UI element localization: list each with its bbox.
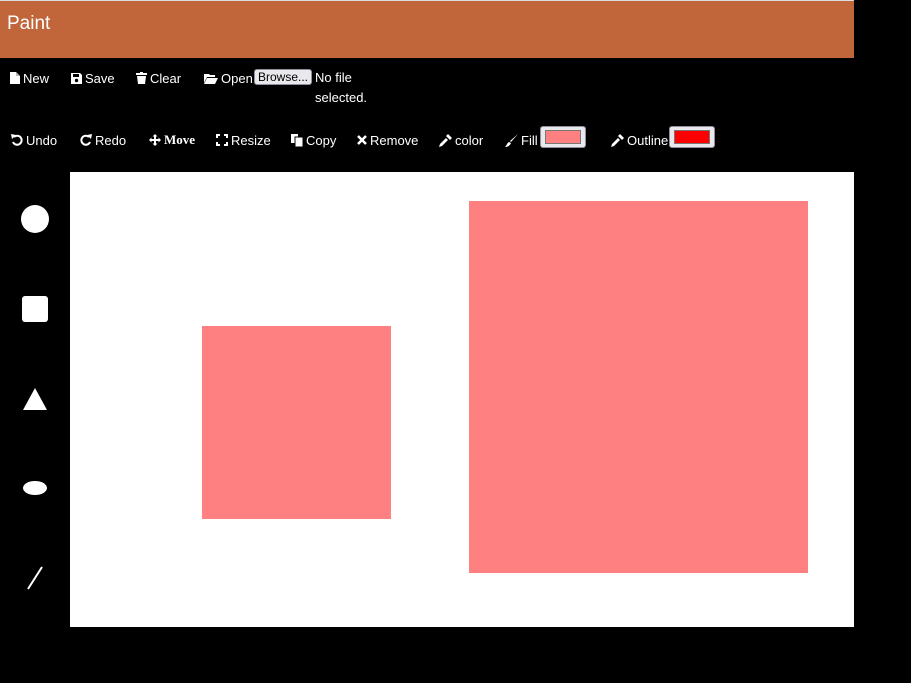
redo-label: Redo <box>95 132 127 148</box>
fill-tool: Fill <box>505 130 538 150</box>
floppy-icon <box>71 72 82 84</box>
app-header: Paint <box>0 0 854 58</box>
remove-label: Remove <box>370 132 419 148</box>
ellipse-icon <box>23 481 47 495</box>
triangle-icon <box>23 388 47 410</box>
open-label: Open <box>221 70 253 86</box>
clear-button[interactable]: Clear <box>136 68 181 88</box>
undo-icon <box>11 134 23 146</box>
outline-color-picker[interactable] <box>669 126 715 148</box>
trash-icon <box>136 72 147 84</box>
resize-label: Resize <box>231 132 271 148</box>
outline-color-swatch <box>674 130 710 144</box>
copy-label: Copy <box>306 132 337 148</box>
circle-icon <box>21 205 49 233</box>
fill-color-swatch <box>545 130 581 144</box>
eyedropper-icon <box>611 133 624 147</box>
move-label: Move <box>164 132 196 147</box>
square-icon <box>22 296 48 322</box>
circle-tool[interactable] <box>17 201 53 237</box>
drawn-square-shape[interactable] <box>202 326 391 519</box>
redo-icon <box>80 134 92 146</box>
save-button[interactable]: Save <box>71 68 115 88</box>
new-label: New <box>23 70 50 86</box>
redo-button[interactable]: Redo <box>80 130 126 150</box>
folder-open-icon <box>204 73 218 84</box>
resize-button[interactable]: Resize <box>216 130 271 150</box>
ellipse-tool[interactable] <box>17 470 53 506</box>
fill-color-picker[interactable] <box>540 126 586 148</box>
save-label: Save <box>85 70 115 86</box>
fill-label: Fill <box>521 132 538 148</box>
triangle-tool[interactable] <box>17 381 53 417</box>
eyedropper-icon <box>439 133 452 147</box>
new-button[interactable]: New <box>10 68 49 88</box>
outline-label: Outline <box>627 132 669 148</box>
drawing-canvas[interactable] <box>70 172 854 627</box>
remove-button[interactable]: Remove <box>357 130 418 150</box>
file-icon <box>10 72 20 84</box>
resize-icon <box>216 134 228 146</box>
move-arrows-icon <box>149 134 161 146</box>
close-icon <box>357 135 367 145</box>
line-icon <box>27 566 43 590</box>
line-tool[interactable] <box>17 560 53 596</box>
copy-icon <box>291 133 303 147</box>
move-button[interactable]: Move <box>149 130 195 150</box>
open-button[interactable]: Open <box>204 68 253 88</box>
brush-icon <box>505 133 518 147</box>
color-button[interactable]: color <box>439 130 483 150</box>
undo-button[interactable]: Undo <box>11 130 57 150</box>
browse-button[interactable]: Browse... <box>254 69 313 85</box>
copy-button[interactable]: Copy <box>291 130 336 150</box>
square-tool[interactable] <box>17 291 53 327</box>
outline-tool: Outline <box>611 130 668 150</box>
clear-label: Clear <box>150 70 182 86</box>
drawn-rectangle-shape[interactable] <box>469 201 808 573</box>
undo-label: Undo <box>26 132 58 148</box>
color-label: color <box>455 132 484 148</box>
file-status: No file selected. <box>315 70 368 105</box>
app-title: Paint <box>7 13 51 34</box>
